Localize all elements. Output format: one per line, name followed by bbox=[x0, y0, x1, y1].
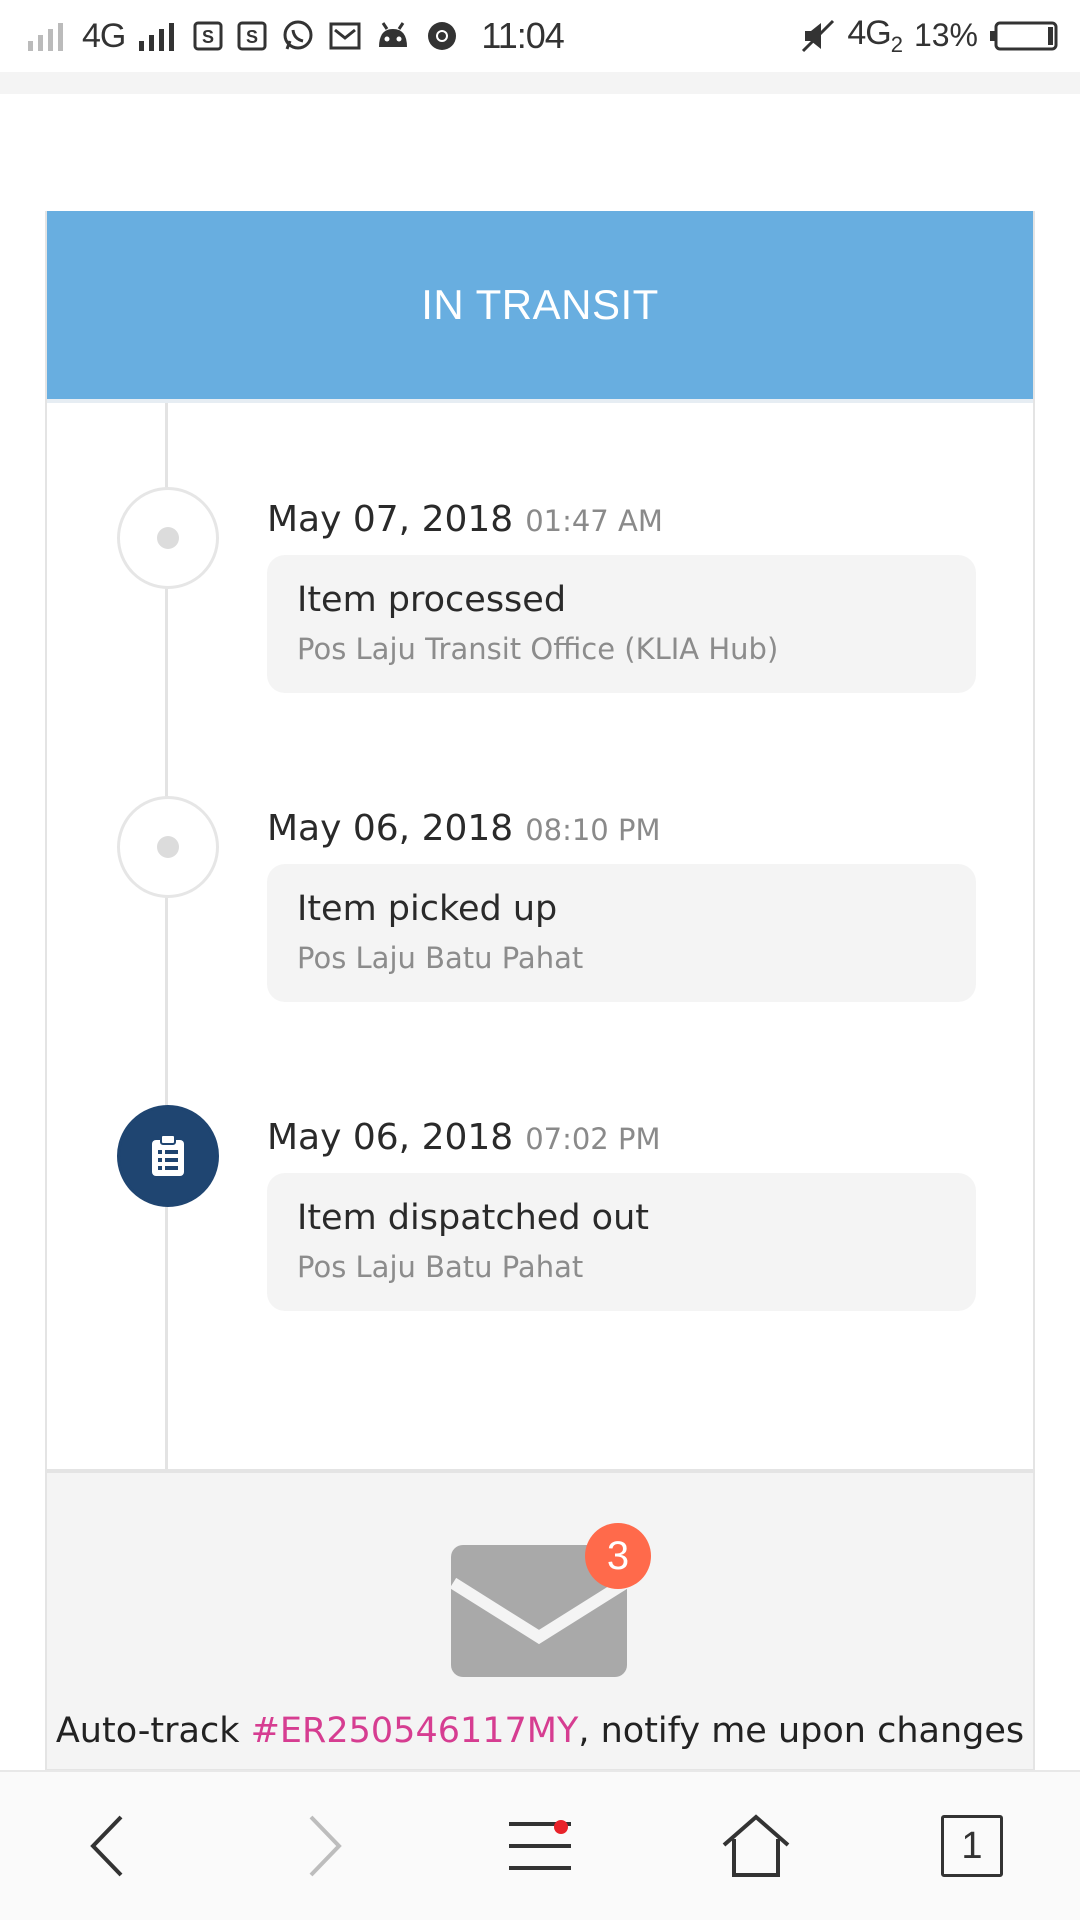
tabs-button[interactable]: 1 bbox=[912, 1786, 1032, 1906]
back-button[interactable] bbox=[48, 1786, 168, 1906]
android-icon bbox=[375, 21, 411, 51]
browser-nav-bar: 1 bbox=[0, 1770, 1080, 1920]
network-type: 4G bbox=[82, 16, 126, 55]
notification-badge: 3 bbox=[585, 1523, 651, 1589]
whatsapp-icon bbox=[281, 19, 315, 53]
page: 4G S S 11:04 4G2 13% IN TRANSIT May 07, … bbox=[0, 0, 1080, 1920]
status-bar: 4G S S 11:04 4G2 13% bbox=[0, 0, 1080, 72]
auto-track-section[interactable]: 3 Auto-track #ER250546117MY, notify me u… bbox=[47, 1469, 1033, 1769]
network-type-right: 4G2 bbox=[847, 14, 903, 57]
event-date: May 06, 2018 08:10 PM bbox=[267, 808, 661, 849]
event-details: Item dispatched out Pos Laju Batu Pahat bbox=[267, 1173, 976, 1311]
chrome-icon bbox=[425, 19, 459, 53]
timeline-marker-active bbox=[117, 1105, 219, 1207]
event-date: May 07, 2018 01:47 AM bbox=[267, 499, 663, 540]
mail-button[interactable]: 3 bbox=[451, 1523, 661, 1683]
timeline-marker bbox=[117, 796, 219, 898]
divider bbox=[47, 399, 1033, 403]
auto-track-text[interactable]: Auto-track #ER250546117MY, notify me upo… bbox=[47, 1711, 1033, 1751]
status-header: IN TRANSIT bbox=[47, 211, 1033, 399]
tracking-card: IN TRANSIT May 07, 2018 01:47 AM Item pro… bbox=[45, 211, 1035, 1771]
event-details: Item processed Pos Laju Transit Office (… bbox=[267, 555, 976, 693]
back-icon bbox=[90, 1815, 123, 1877]
clock: 11:04 bbox=[481, 15, 564, 56]
s-app-icon: S bbox=[193, 21, 223, 51]
clipboard-icon bbox=[152, 1134, 184, 1176]
signal-weak-icon bbox=[28, 21, 68, 51]
event-time: 01:47 AM bbox=[525, 504, 663, 538]
event-location: Pos Laju Transit Office (KLIA Hub) bbox=[297, 632, 779, 666]
menu-button[interactable] bbox=[480, 1786, 600, 1906]
event-location: Pos Laju Batu Pahat bbox=[297, 1250, 584, 1284]
event-details: Item picked up Pos Laju Batu Pahat bbox=[267, 864, 976, 1002]
status-label: IN TRANSIT bbox=[421, 281, 659, 328]
signal-strong-icon bbox=[139, 21, 179, 51]
dot-icon bbox=[157, 836, 179, 858]
mute-icon bbox=[801, 19, 835, 53]
event-title: Item dispatched out bbox=[297, 1198, 649, 1238]
tabs-icon: 1 bbox=[941, 1815, 1003, 1877]
svg-text:S: S bbox=[202, 27, 214, 47]
forward-button[interactable] bbox=[264, 1786, 384, 1906]
event-date: May 06, 2018 07:02 PM bbox=[267, 1117, 661, 1158]
home-button[interactable] bbox=[696, 1786, 816, 1906]
event-location: Pos Laju Batu Pahat bbox=[297, 941, 584, 975]
svg-text:S: S bbox=[246, 27, 258, 47]
event-title: Item picked up bbox=[297, 889, 558, 929]
s-app-icon: S bbox=[237, 21, 267, 51]
home-icon bbox=[722, 1814, 790, 1877]
mail-app-icon bbox=[329, 21, 361, 51]
dot-icon bbox=[157, 527, 179, 549]
tracking-number: #ER250546117MY bbox=[250, 1711, 579, 1751]
menu-notification-dot bbox=[554, 1820, 568, 1834]
forward-icon bbox=[309, 1815, 342, 1877]
event-time: 08:10 PM bbox=[525, 813, 661, 847]
event-time: 07:02 PM bbox=[525, 1122, 661, 1156]
battery-percent: 13% bbox=[913, 17, 978, 54]
event-title: Item processed bbox=[297, 580, 567, 620]
timeline-marker bbox=[117, 487, 219, 589]
toolbar-strip bbox=[0, 72, 1080, 94]
tab-count: 1 bbox=[961, 1824, 983, 1867]
battery-icon bbox=[990, 20, 1060, 52]
